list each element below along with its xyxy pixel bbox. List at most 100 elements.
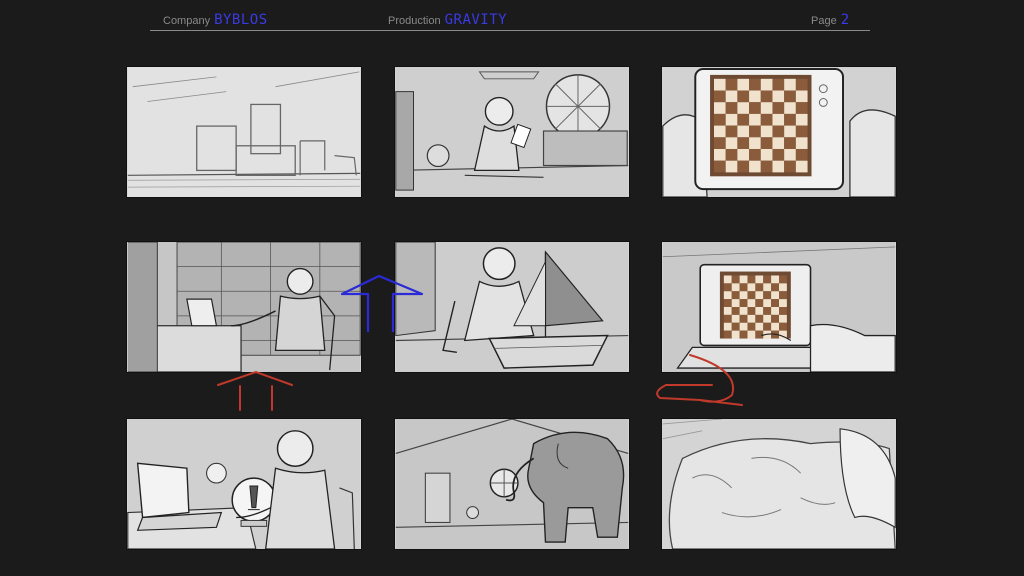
chess-square — [755, 291, 764, 300]
chess-square — [755, 299, 764, 307]
chess-square — [760, 137, 773, 149]
chess-square — [739, 291, 748, 300]
chess-square — [760, 102, 773, 114]
storyboard-panel-6 — [661, 241, 897, 373]
chess-square — [763, 275, 772, 284]
chess-square — [795, 90, 808, 103]
production-field: Production GRAVITY — [388, 12, 507, 28]
company-value: BYBLOS — [214, 12, 268, 28]
chess-square — [772, 113, 785, 126]
chess-square — [784, 78, 796, 91]
chess-square — [723, 299, 732, 307]
chess-square — [779, 291, 787, 300]
chess-square — [771, 314, 779, 323]
chess-square — [760, 113, 773, 126]
chess-square — [737, 90, 750, 103]
chess-tablet-sketch — [662, 67, 896, 197]
chess-square — [795, 148, 808, 161]
empty-room-sketch — [127, 67, 361, 197]
chess-square — [760, 160, 773, 173]
chess-square — [771, 283, 779, 292]
chess-square — [737, 125, 750, 138]
chess-square — [737, 137, 750, 149]
chess-square — [760, 148, 773, 161]
chess-square — [739, 314, 748, 323]
chess-square — [747, 275, 756, 284]
chess-square — [731, 283, 740, 292]
chess-square — [747, 314, 756, 323]
chess-square — [747, 322, 756, 331]
chess-square — [795, 137, 808, 149]
chess-square — [714, 90, 726, 103]
chess-square — [731, 307, 740, 315]
chess-square — [749, 78, 761, 91]
chess-square — [763, 299, 772, 307]
chess-square — [784, 125, 796, 138]
chess-square — [747, 283, 756, 292]
chess-square — [755, 307, 764, 315]
chess-square — [749, 160, 761, 173]
chess-square — [760, 90, 773, 103]
chess-square — [747, 307, 756, 315]
chess-square — [731, 322, 740, 331]
chess-square — [795, 113, 808, 126]
elephant-closeup-sketch — [662, 419, 896, 549]
chess-square — [737, 160, 750, 173]
chess-square — [760, 125, 773, 138]
chess-square — [763, 322, 772, 331]
chess-square — [771, 307, 779, 315]
page-field: Page 2 — [811, 12, 850, 28]
chess-square — [772, 102, 785, 114]
chess-square — [731, 299, 740, 307]
chess-square — [784, 137, 796, 149]
chess-square — [737, 78, 750, 91]
chess-square — [739, 283, 748, 292]
chess-square — [747, 299, 756, 307]
chess-square — [725, 137, 738, 149]
man-chess-globe-sketch — [127, 419, 361, 549]
chess-square — [771, 322, 779, 331]
chess-square — [749, 113, 761, 126]
storyboard-panel-1 — [126, 66, 362, 198]
chess-square — [737, 102, 750, 114]
chess-square — [749, 137, 761, 149]
chess-square — [771, 291, 779, 300]
chess-square — [779, 307, 787, 315]
chess-square — [723, 307, 732, 315]
storyboard-panel-5 — [394, 241, 630, 373]
chess-square — [784, 148, 796, 161]
chess-square — [714, 160, 726, 173]
chess-square — [725, 113, 738, 126]
production-label: Production — [388, 15, 441, 27]
chess-square — [755, 322, 764, 331]
chess-square — [737, 148, 750, 161]
chess-square — [795, 125, 808, 138]
chess-square — [731, 291, 740, 300]
chess-square — [737, 113, 750, 126]
chess-square — [755, 330, 764, 339]
chess-square — [772, 125, 785, 138]
chess-square — [795, 160, 808, 173]
chess-square — [771, 299, 779, 307]
page-number: 2 — [840, 12, 850, 28]
header-divider — [150, 30, 870, 31]
chess-square — [779, 322, 787, 331]
chess-square — [739, 330, 748, 339]
chess-square — [749, 102, 761, 114]
chess-square — [795, 78, 808, 91]
chess-square — [784, 113, 796, 126]
chess-square — [714, 102, 726, 114]
chess-square — [755, 314, 764, 323]
red-up-arrow — [217, 370, 293, 411]
chess-square — [739, 322, 748, 331]
chess-square — [739, 307, 748, 315]
chess-square — [747, 330, 756, 339]
chess-square — [731, 314, 740, 323]
production-value: GRAVITY — [444, 12, 508, 28]
chess-square — [714, 125, 726, 138]
storyboard-panel-2 — [394, 66, 630, 198]
chess-square — [779, 283, 787, 292]
storyboard-panel-7 — [126, 418, 362, 550]
chess-square — [749, 125, 761, 138]
chess-square — [714, 113, 726, 126]
